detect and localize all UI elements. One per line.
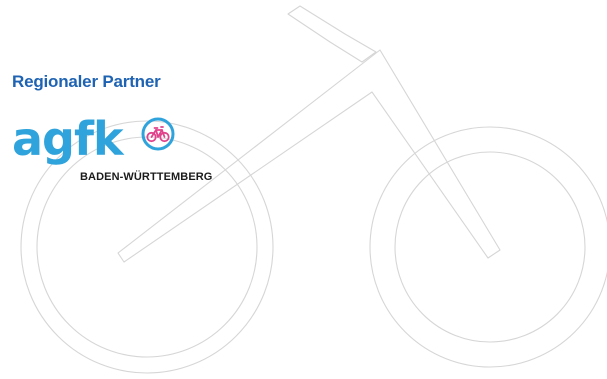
agfk-partner-logo[interactable]: agfk BADEN-WÜRTTEMBERG (12, 114, 252, 190)
logo-wordmark: agfk (12, 112, 124, 166)
front-wheel-outer (369, 126, 607, 368)
logo-region-text: BADEN-WÜRTTEMBERG (80, 171, 213, 183)
partner-panel: Regionaler Partner agfk BADEN-WÜRTTEMBER… (0, 0, 607, 379)
bike-handlebar (287, 5, 377, 63)
front-wheel-inner (394, 151, 586, 343)
bicycle-icon (141, 117, 175, 151)
section-heading: Regionaler Partner (12, 72, 161, 91)
